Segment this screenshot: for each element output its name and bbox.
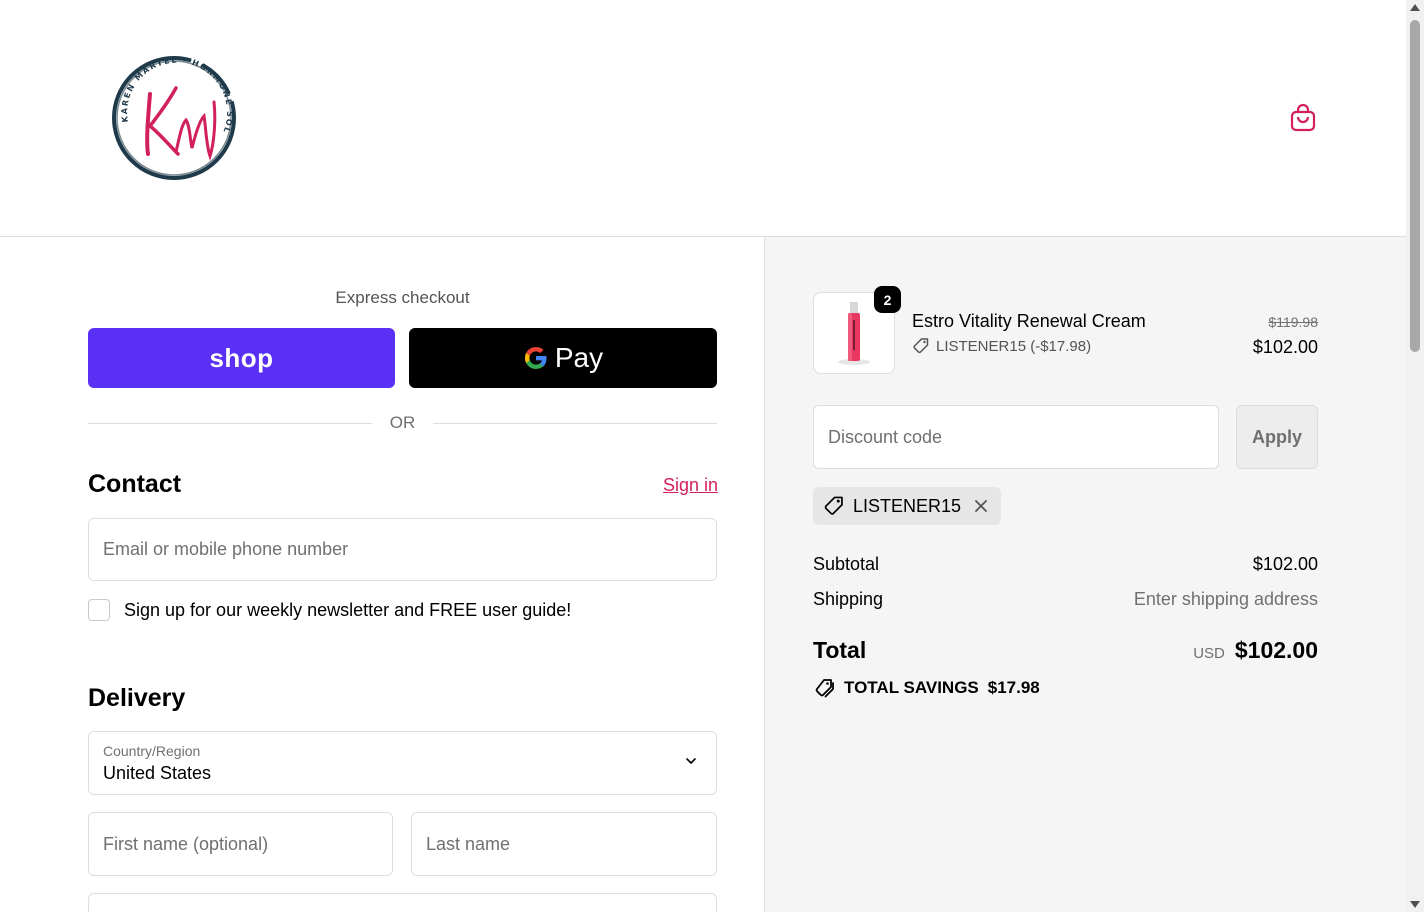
product-name: Estro Vitality Renewal Cream	[912, 311, 1146, 331]
email-field[interactable]	[88, 518, 717, 581]
delivery-title: Delivery	[88, 684, 186, 712]
cart-button[interactable]	[1287, 102, 1319, 134]
savings-tags-icon	[815, 679, 834, 698]
shop-pay-label: shop	[209, 342, 274, 373]
brand-logo[interactable]: KAREN MARTEL · HORMONE SOLUTIONS	[102, 41, 244, 186]
total-savings-value: $17.98	[987, 678, 1040, 697]
shipping-label: Shipping	[813, 589, 884, 609]
karen-martel-logo-icon: KAREN MARTEL · HORMONE SOLUTIONS	[102, 41, 236, 180]
discount-code-field[interactable]	[813, 405, 1219, 469]
email-input[interactable]	[89, 519, 716, 580]
tag-icon	[824, 496, 843, 515]
product-bottle-image	[838, 302, 870, 365]
price-final: $102.00	[1252, 337, 1318, 357]
total-label: Total	[813, 637, 867, 663]
shop-pay-button[interactable]: shop	[88, 328, 395, 388]
divider-line	[88, 422, 372, 424]
or-divider: OR	[88, 411, 717, 435]
subtotal-value: $102.00	[1252, 554, 1318, 574]
newsletter-row: Sign up for our weekly newsletter and FR…	[88, 599, 571, 621]
sign-in-link[interactable]: Sign in	[663, 475, 718, 496]
tag-icon	[913, 338, 929, 354]
price-original: $119.98	[1268, 314, 1318, 330]
apply-button[interactable]: Apply	[1236, 405, 1318, 469]
newsletter-label: Sign up for our weekly newsletter and FR…	[124, 599, 572, 620]
scroll-down-arrow[interactable]	[1410, 901, 1420, 908]
first-name-field[interactable]	[88, 812, 393, 876]
quantity-badge: 2	[874, 286, 901, 313]
header: KAREN MARTEL · HORMONE SOLUTIONS	[0, 0, 1406, 237]
applied-discount-chip: LISTENER15	[813, 487, 1002, 525]
country-value: United States	[103, 763, 212, 783]
total-currency: USD	[1193, 645, 1225, 662]
total-amount: $102.00	[1234, 637, 1318, 663]
scroll-up-arrow[interactable]	[1410, 4, 1420, 11]
total-price: USD $102.00	[1193, 637, 1318, 664]
product-discount-label: LISTENER15 (-$17.98)	[936, 337, 1092, 355]
newsletter-checkbox[interactable]	[88, 599, 110, 621]
address-field[interactable]	[88, 893, 717, 912]
google-pay-button[interactable]: Pay	[409, 328, 717, 388]
remove-discount-button[interactable]	[973, 498, 989, 514]
last-name-field[interactable]	[411, 812, 717, 876]
shipping-value: Enter shipping address	[1133, 589, 1318, 609]
or-label: OR	[389, 413, 416, 432]
first-name-input[interactable]	[89, 813, 392, 875]
express-checkout-title: Express checkout	[335, 288, 470, 307]
last-name-input[interactable]	[412, 813, 716, 875]
country-select[interactable]: Country/Region United States	[88, 731, 717, 795]
discount-code-input[interactable]	[814, 406, 1218, 468]
chevron-down-icon	[686, 758, 696, 764]
order-summary-column: 2 Estro Vitality Renewal Cream LISTENER1…	[765, 237, 1406, 912]
divider-line	[433, 422, 717, 424]
applied-discount-code: LISTENER15	[853, 495, 962, 516]
total-savings-row: TOTAL SAVINGS $17.98	[813, 677, 1040, 699]
checkout-form-column: Express checkout shop Pay OR Contact Sig…	[0, 237, 765, 912]
product-discount: LISTENER15 (-$17.98)	[912, 337, 1091, 355]
page-scrollbar[interactable]	[1406, 0, 1424, 912]
scroll-thumb[interactable]	[1410, 20, 1420, 352]
close-icon	[975, 500, 987, 512]
shipping-row: Shipping Enter shipping address	[813, 589, 1318, 610]
country-label: Country/Region	[103, 743, 201, 759]
subtotal-row: Subtotal $102.00	[813, 554, 1318, 575]
shopping-bag-icon	[1290, 103, 1316, 132]
total-savings-label: TOTAL SAVINGS	[844, 678, 979, 697]
subtotal-label: Subtotal	[813, 554, 880, 574]
google-pay-label: Pay	[554, 342, 604, 373]
total-row: Total USD $102.00	[813, 637, 1318, 664]
contact-title: Contact	[88, 470, 182, 498]
google-g-icon	[524, 347, 547, 369]
